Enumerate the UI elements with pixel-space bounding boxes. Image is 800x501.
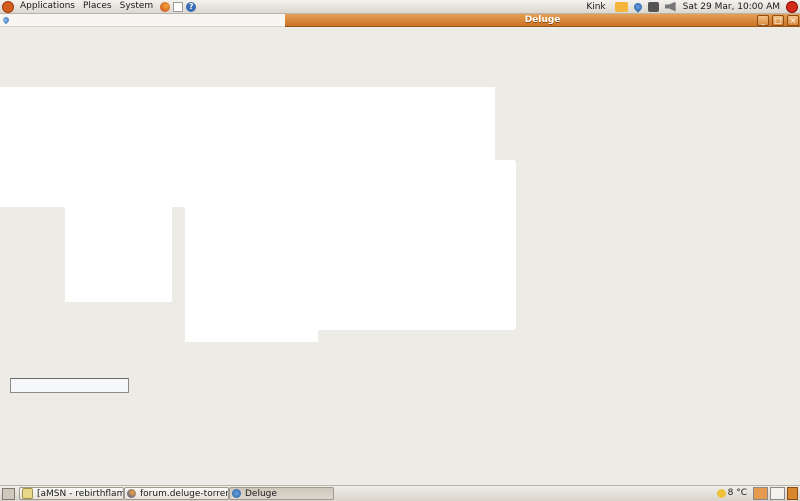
workspace-1-button[interactable] [753,486,768,500]
task-label: forum.deluge-torrent.... [140,488,228,499]
deluge-icon [232,489,241,498]
window-titlebar[interactable]: Deluge _ □ × [285,14,800,27]
deluge-tray-icon[interactable] [631,0,644,13]
network-icon[interactable] [647,1,659,12]
ubuntu-logo-icon[interactable] [2,0,14,13]
main-menu: Applications Places System ? [0,0,197,13]
window-left-strip [0,14,285,27]
task-label: Deluge [245,488,277,499]
help-launcher-icon[interactable]: ? [186,1,197,12]
clock[interactable]: Sat 29 Mar, 10:00 AM [679,2,784,12]
blank-region-2 [185,160,516,330]
sun-icon[interactable] [716,488,726,498]
blank-region-3 [65,207,172,302]
show-desktop-button[interactable] [2,488,15,500]
task-amsn[interactable]: [aMSN - rebirthflame... [19,487,124,500]
amsn-icon [22,488,33,499]
user-name[interactable]: Kink [580,2,611,12]
bottom-tray: 8 °C [716,486,798,500]
workspace-2-button[interactable] [770,486,785,500]
menu-places[interactable]: Places [79,0,116,13]
menu-system[interactable]: System [116,0,158,13]
weather-icon[interactable] [614,1,628,12]
blank-region-4 [185,330,318,342]
minimize-button[interactable]: _ [757,15,769,26]
firefox-launcher-icon[interactable] [160,1,171,12]
text-field[interactable] [10,378,129,393]
power-icon[interactable] [786,0,798,13]
volume-icon[interactable] [664,1,676,12]
window-title: Deluge [524,15,561,25]
trash-icon[interactable] [787,486,798,500]
top-panel: Applications Places System ? Kink Sat 29… [0,0,800,14]
task-deluge[interactable]: Deluge [229,487,334,500]
menu-applications[interactable]: Applications [16,0,79,13]
bottom-panel: [aMSN - rebirthflame... forum.deluge-tor… [0,485,800,501]
temperature[interactable]: 8 °C [728,488,747,498]
maximize-button[interactable]: □ [772,15,784,26]
firefox-icon [127,489,136,498]
close-button[interactable]: × [787,15,799,26]
top-tray: Kink Sat 29 Mar, 10:00 AM [580,0,800,13]
task-label: [aMSN - rebirthflame... [37,488,124,499]
home-launcher-icon[interactable] [173,1,184,12]
task-firefox[interactable]: forum.deluge-torrent.... [124,487,229,500]
